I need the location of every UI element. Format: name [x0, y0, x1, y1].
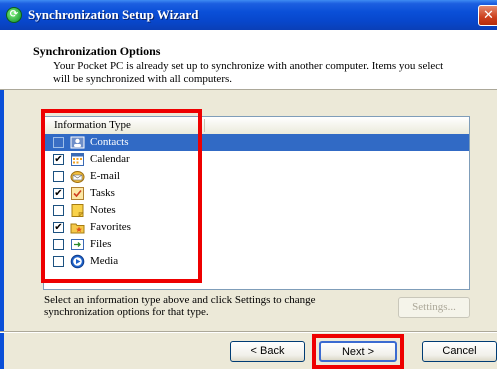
wizard-window: ⟳ Synchronization Setup Wizard ✕ Synchro… — [0, 0, 497, 369]
page-description: Your Pocket PC is already set up to sync… — [53, 60, 444, 85]
checkbox-notes[interactable] — [53, 205, 64, 216]
checkbox-email[interactable] — [53, 171, 64, 182]
list-item-label: Contacts — [90, 136, 129, 148]
list-item-calendar[interactable]: ✔ Calendar — [45, 151, 469, 168]
list-item-contacts[interactable]: Contacts — [45, 134, 469, 151]
list-item-label: Tasks — [90, 187, 115, 199]
tasks-icon — [70, 186, 85, 201]
window-title: Synchronization Setup Wizard — [28, 7, 199, 22]
list-item-label: Notes — [90, 204, 116, 216]
list-item-label: Favorites — [90, 221, 131, 233]
checkbox-favorites[interactable]: ✔ — [53, 222, 64, 233]
list-item-label: Files — [90, 238, 112, 250]
column-header-information-type[interactable]: Information Type — [44, 117, 469, 135]
list-item-label: E-mail — [90, 170, 120, 182]
list-item-files[interactable]: Files — [45, 236, 469, 253]
wizard-header: Synchronization Options Your Pocket PC i… — [0, 30, 497, 90]
list-item-favorites[interactable]: ✔ Favorites — [45, 219, 469, 236]
cancel-button[interactable]: Cancel — [422, 341, 497, 362]
settings-button[interactable]: Settings... — [398, 297, 470, 318]
checkbox-contacts[interactable] — [53, 137, 64, 148]
information-type-list[interactable]: Information Type Contacts ✔ Calendar E-m… — [43, 116, 470, 290]
instruction-text: Select an information type above and cli… — [44, 294, 316, 318]
list-item-notes[interactable]: Notes — [45, 202, 469, 219]
calendar-icon — [70, 152, 85, 167]
column-header-label: Information Type — [54, 119, 131, 131]
media-icon — [70, 254, 85, 269]
checkbox-calendar[interactable]: ✔ — [53, 154, 64, 165]
favorites-icon — [70, 220, 85, 235]
email-icon — [70, 169, 85, 184]
list-item-tasks[interactable]: ✔ Tasks — [45, 185, 469, 202]
back-button[interactable]: < Back — [230, 341, 305, 362]
sync-app-icon: ⟳ — [6, 7, 22, 23]
close-button[interactable]: ✕ — [478, 5, 497, 26]
checkbox-tasks[interactable]: ✔ — [53, 188, 64, 199]
checkbox-media[interactable] — [53, 256, 64, 267]
page-title: Synchronization Options — [33, 44, 161, 58]
list-item-label: Media — [90, 255, 119, 267]
list-item-email[interactable]: E-mail — [45, 168, 469, 185]
notes-icon — [70, 203, 85, 218]
list-item-media[interactable]: Media — [45, 253, 469, 270]
list-item-label: Calendar — [90, 153, 130, 165]
column-separator[interactable] — [204, 119, 205, 132]
contacts-icon — [70, 135, 85, 150]
checkbox-files[interactable] — [53, 239, 64, 250]
files-icon — [70, 237, 85, 252]
footer-divider — [0, 331, 497, 333]
title-bar[interactable]: ⟳ Synchronization Setup Wizard ✕ — [0, 0, 497, 30]
next-button[interactable]: Next > — [319, 341, 397, 362]
